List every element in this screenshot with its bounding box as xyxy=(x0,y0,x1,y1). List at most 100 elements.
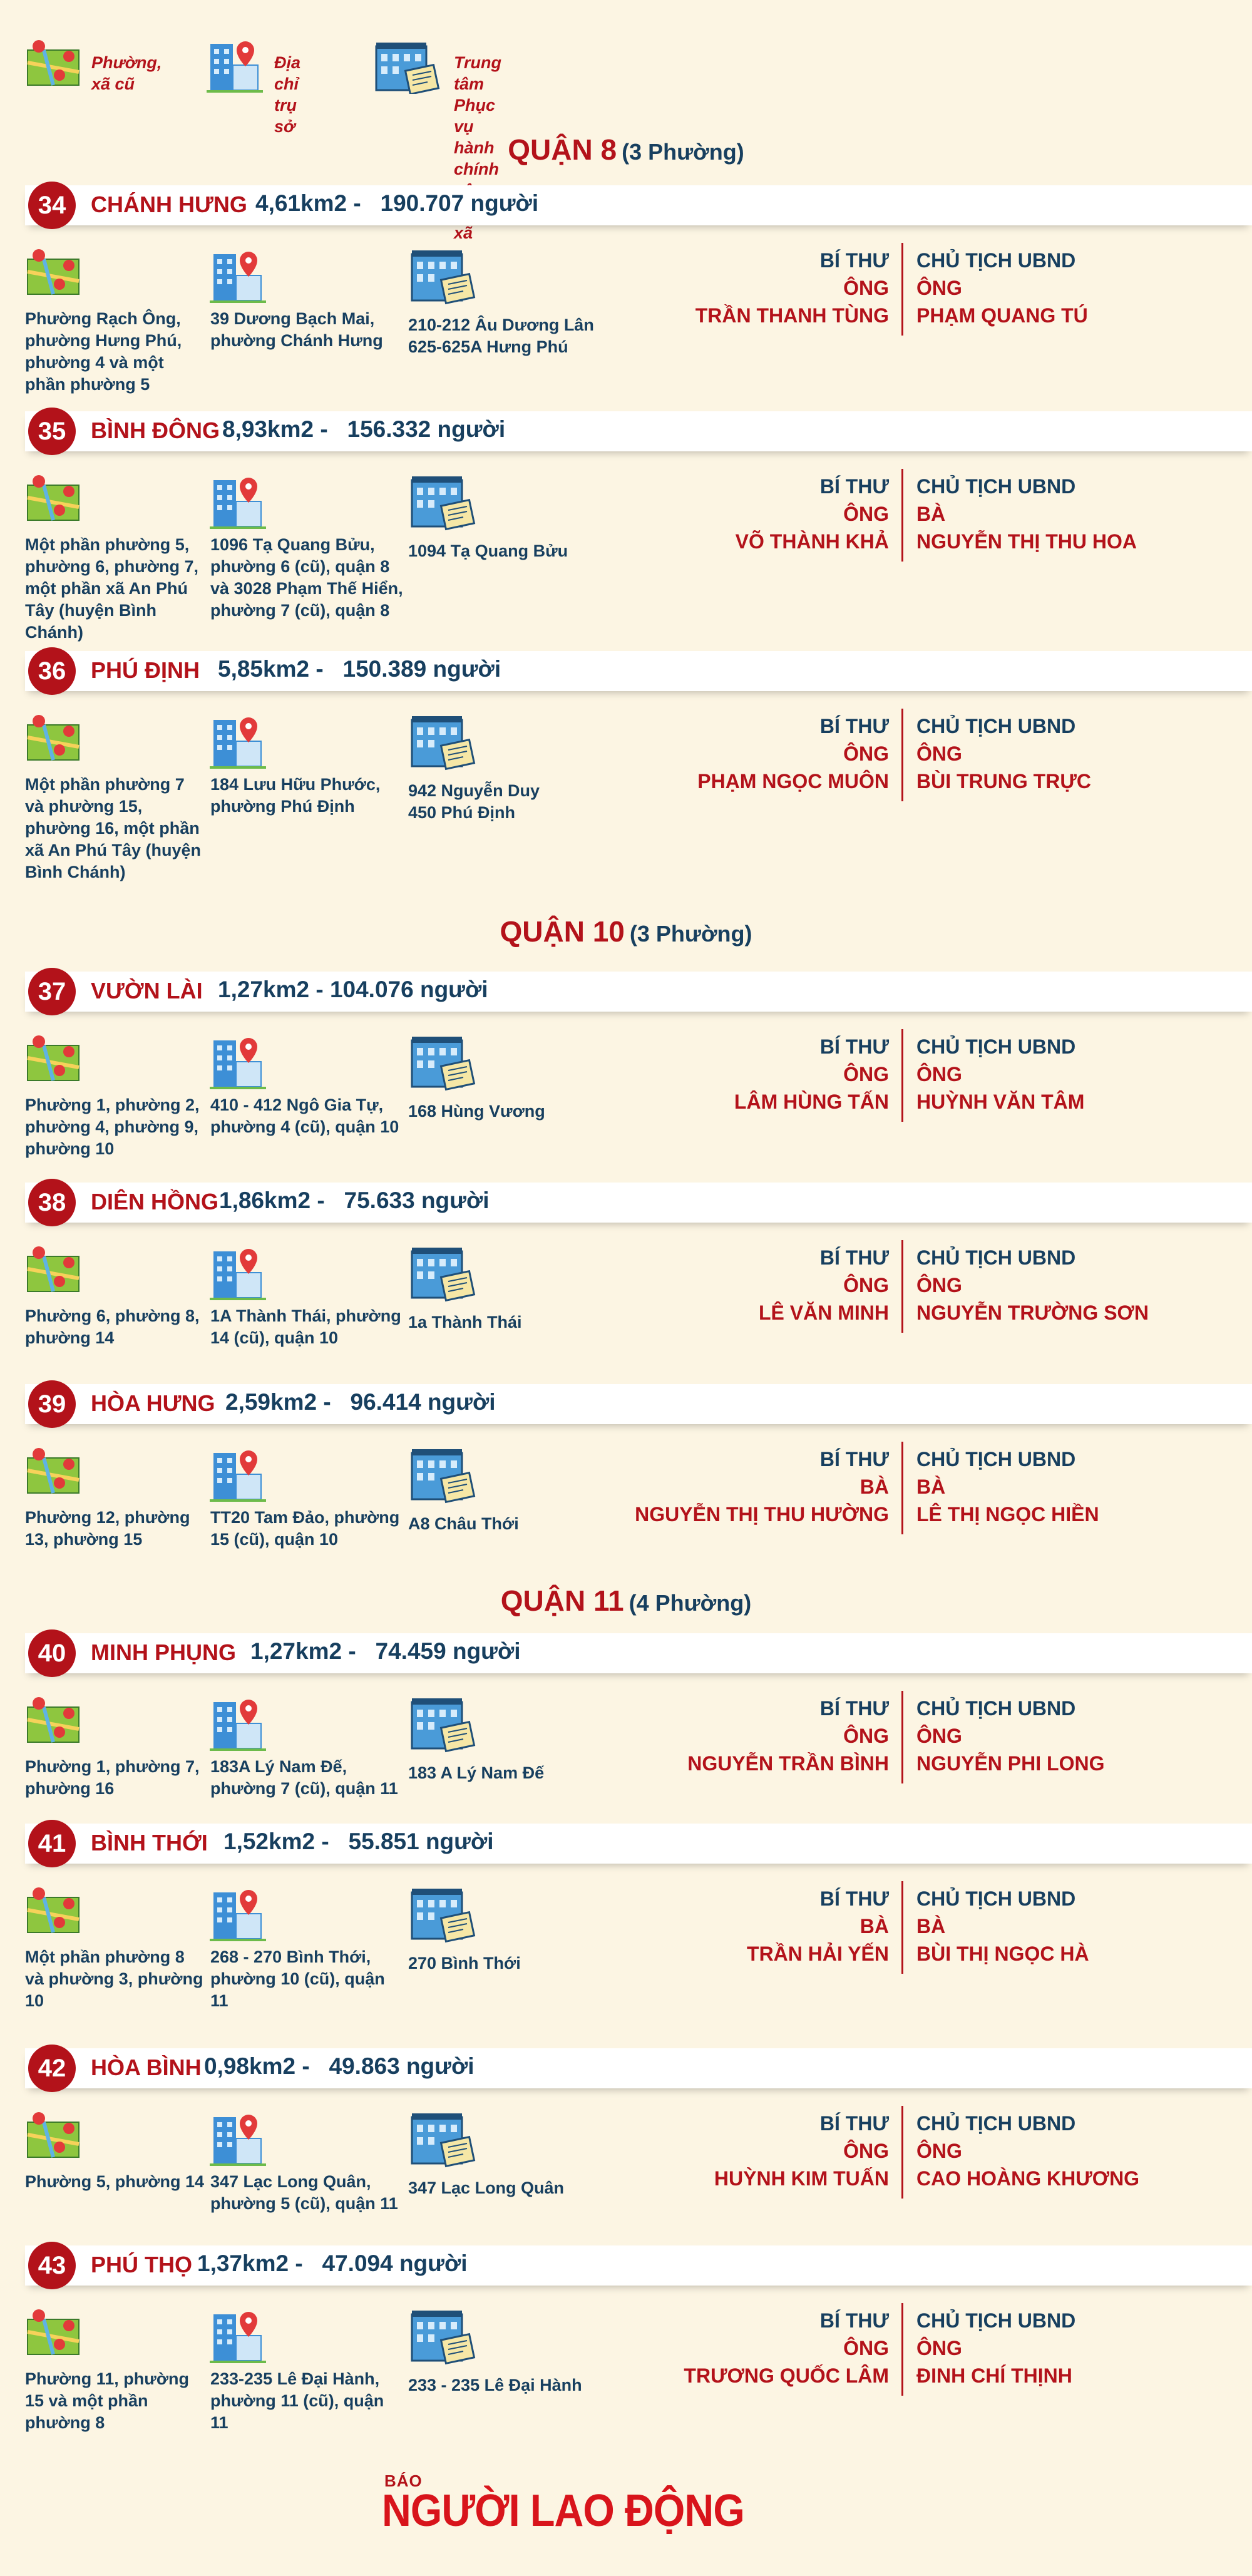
building-pin-icon xyxy=(210,248,266,307)
chairman-block: CHỦ TỊCH UBND BÀ BÙI THỊ NGỌC HÀ xyxy=(916,1885,1089,1968)
divider xyxy=(901,1881,903,1974)
secretary-name: PHẠM NGỌC MUÔN xyxy=(697,770,889,793)
secretary-title: ÔNG xyxy=(843,2337,889,2359)
district-ward-count: (3 Phường) xyxy=(622,139,744,165)
old-wards-text: Phường 12, phường 13, phường 15 xyxy=(25,1508,190,1549)
chairman-label: CHỦ TỊCH UBND xyxy=(916,1448,1076,1470)
map-icon xyxy=(25,2307,81,2360)
old-wards-text: Phường 1, phường 2, phường 4, phường 9, … xyxy=(25,1096,200,1158)
secretary-block: BÍ THƯ ÔNG LÂM HÙNG TẤN xyxy=(734,1033,889,1116)
service-center-icon xyxy=(408,1693,477,1756)
service-center-address: 233 - 235 Lê Đại Hành xyxy=(408,2376,582,2394)
ward-name: PHÚ THỌ xyxy=(91,2252,192,2277)
ward-number-badge: 40 xyxy=(28,1629,76,1677)
service-center-icon xyxy=(408,2108,477,2171)
secretary-label: BÍ THƯ xyxy=(819,249,889,272)
ward-area-population: 1,86km2 - 75.633 người xyxy=(219,1188,490,1213)
district-name: QUẬN 11 xyxy=(500,1584,624,1617)
divider xyxy=(901,709,903,801)
district-ward-count: (3 Phường) xyxy=(629,921,752,947)
old-wards-text: Phường 6, phường 8, phường 14 xyxy=(25,1306,200,1347)
secretary-title: BÀ xyxy=(859,1915,889,1937)
chairman-title: ÔNG xyxy=(916,742,962,765)
office-address: 410 - 412 Ngô Gia Tự, phường 4 (cũ), quậ… xyxy=(210,1096,399,1136)
old-wards-text: Phường 1, phường 7, phường 16 xyxy=(25,1757,200,1798)
chairman-label: CHỦ TỊCH UBND xyxy=(916,1246,1076,1269)
office-address: 1096 Tạ Quang Bửu, phường 6 (cũ), quận 8… xyxy=(210,535,403,620)
ward-number-badge: 36 xyxy=(28,647,76,695)
ward-header-band xyxy=(25,972,1252,1012)
building-pin-icon xyxy=(210,1696,266,1755)
district-name: QUẬN 8 xyxy=(508,133,617,166)
building-pin-icon xyxy=(210,714,266,773)
secretary-label: BÍ THƯ xyxy=(819,2309,889,2332)
chairman-label: CHỦ TỊCH UBND xyxy=(916,475,1076,498)
ward-area-population: 0,98km2 - 49.863 người xyxy=(204,2053,475,2079)
chairman-name: LÊ THỊ NGỌC HIỀN xyxy=(916,1503,1099,1526)
office-address: 183A Lý Nam Đế, phường 7 (cũ), quận 11 xyxy=(210,1757,398,1798)
ward-area-population: 4,61km2 - 190.707 người xyxy=(255,190,539,216)
divider xyxy=(901,1240,903,1333)
building-pin-icon xyxy=(210,1245,266,1305)
secretary-label: BÍ THƯ xyxy=(819,1246,889,1269)
district-heading: QUẬN 11 (4 Phường) xyxy=(0,1584,1252,1618)
secretary-title: ÔNG xyxy=(843,1274,889,1296)
secretary-title: ÔNG xyxy=(843,742,889,765)
divider xyxy=(901,1029,903,1122)
ward-name: BÌNH ĐÔNG xyxy=(91,418,220,443)
divider xyxy=(901,2106,903,2199)
ward-number-badge: 37 xyxy=(28,968,76,1015)
newspaper-logo: BÁO NGƯỜI LAO ĐỘNG xyxy=(382,2471,745,2547)
office-address: 39 Dương Bạch Mai, phường Chánh Hưng xyxy=(210,309,383,350)
building-pin-icon xyxy=(210,1447,266,1506)
chairman-block: CHỦ TỊCH UBND BÀ LÊ THỊ NGỌC HIỀN xyxy=(916,1445,1099,1528)
map-icon xyxy=(25,712,81,766)
district-heading: QUẬN 8 (3 Phường) xyxy=(0,133,1252,167)
service-center-icon xyxy=(408,1032,477,1094)
ward-number-badge: 38 xyxy=(28,1179,76,1226)
legend: Phường, xã cũ Địa chỉ trụ sở Trung tâm P… xyxy=(25,34,714,242)
service-center-address: A8 Châu Thới xyxy=(408,1514,519,1533)
service-center-address: 183 A Lý Nam Đế xyxy=(408,1763,545,1782)
chairman-name: NGUYỄN THỊ THU HOA xyxy=(916,530,1137,553)
secretary-title: ÔNG xyxy=(843,503,889,525)
chairman-title: BÀ xyxy=(916,1475,946,1498)
chairman-title: ÔNG xyxy=(916,2140,962,2162)
secretary-block: BÍ THƯ ÔNG VÕ THÀNH KHẢ xyxy=(736,473,889,555)
secretary-title: ÔNG xyxy=(843,1725,889,1747)
office-address: 347 Lạc Long Quân, phường 5 (cũ), quận 1… xyxy=(210,2172,398,2213)
office-address: 268 - 270 Bình Thới, phường 10 (cũ), quậ… xyxy=(210,1947,385,2010)
service-center-icon xyxy=(372,38,441,97)
map-icon xyxy=(25,1695,81,1748)
legend-old-label: Phường, xã cũ xyxy=(91,53,162,93)
ward-header-band xyxy=(25,651,1252,691)
old-wards-text: Một phần phường 7 và phường 15, phường 1… xyxy=(25,775,202,881)
secretary-title: ÔNG xyxy=(843,2140,889,2162)
secretary-block: BÍ THƯ ÔNG LÊ VĂN MINH xyxy=(759,1244,889,1326)
secretary-name: LÂM HÙNG TẤN xyxy=(734,1090,889,1113)
chairman-label: CHỦ TỊCH UBND xyxy=(916,2112,1076,2135)
ward-name: VƯỜN LÀI xyxy=(91,978,203,1003)
chairman-label: CHỦ TỊCH UBND xyxy=(916,249,1076,272)
chairman-title: ÔNG xyxy=(916,1063,962,1085)
secretary-name: VÕ THÀNH KHẢ xyxy=(735,530,889,553)
service-center-address: 347 Lạc Long Quân xyxy=(408,2178,565,2197)
map-icon xyxy=(25,38,81,91)
chairman-title: ÔNG xyxy=(916,2337,962,2359)
map-icon xyxy=(25,247,81,300)
secretary-label: BÍ THƯ xyxy=(819,1448,889,1470)
secretary-label: BÍ THƯ xyxy=(819,715,889,737)
ward-area-population: 1,37km2 - 47.094 người xyxy=(197,2250,468,2276)
ward-area-population: 1,52km2 - 55.851 người xyxy=(223,1829,494,1854)
map-icon xyxy=(25,2110,81,2163)
logo-text: NGƯỜI LAO ĐỘNG xyxy=(382,2486,745,2536)
ward-area-population: 1,27km2 - 104.076 người xyxy=(218,977,488,1002)
chairman-label: CHỦ TỊCH UBND xyxy=(916,1035,1076,1058)
ward-area-population: 8,93km2 - 156.332 người xyxy=(222,416,506,442)
district-name: QUẬN 10 xyxy=(500,915,625,948)
building-pin-icon xyxy=(210,474,266,533)
chairman-block: CHỦ TỊCH UBND ÔNG HUỲNH VĂN TÂM xyxy=(916,1033,1084,1116)
chairman-name: ĐINH CHÍ THỊNH xyxy=(916,2364,1072,2387)
service-center-address: 210-212 Âu Dương Lân 625-625A Hưng Phú xyxy=(408,316,594,356)
ward-area-population: 1,27km2 - 74.459 người xyxy=(250,1638,521,1664)
